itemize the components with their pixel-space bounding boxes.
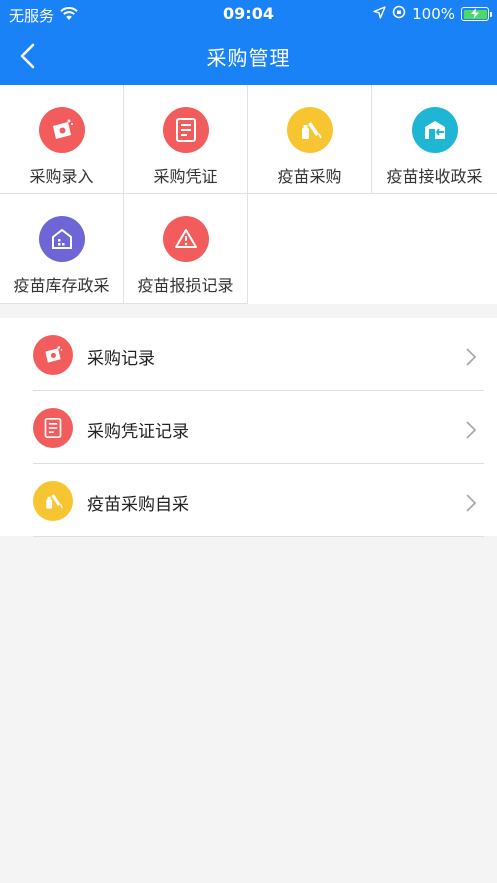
battery-icon xyxy=(461,7,492,21)
record-list: 采购记录 采购凭证记录 疫苗采购自采 xyxy=(0,318,497,537)
function-grid: 采购录入 采购凭证 疫苗采购 疫苗接收政采 疫苗库存政采 疫苗报损记录 xyxy=(0,85,497,304)
vaccine-icon xyxy=(286,107,333,153)
grid-item-purchase-voucher[interactable]: 采购凭证 xyxy=(124,85,248,194)
grid-item-vaccine-receive[interactable]: 疫苗接收政采 xyxy=(372,85,497,194)
grid-item-vaccine-stock[interactable]: 疫苗库存政采 xyxy=(0,194,124,304)
list-item-label: 采购凭证记录 xyxy=(87,422,189,442)
battery-percent: 100% xyxy=(412,5,455,23)
list-item-voucher-record[interactable]: 采购凭证记录 xyxy=(33,391,484,464)
chevron-right-icon xyxy=(466,348,476,366)
grid-item-label: 疫苗报损记录 xyxy=(137,276,234,295)
list-item-purchase-record[interactable]: 采购记录 xyxy=(33,318,484,391)
grid-item-label: 疫苗接收政采 xyxy=(386,167,483,186)
grid-item-label: 采购凭证 xyxy=(153,167,218,186)
orientation-lock-icon xyxy=(392,5,406,23)
location-arrow-icon xyxy=(373,5,386,23)
status-bar: 无服务 09:04 100% xyxy=(0,0,497,28)
grid-item-label: 疫苗采购 xyxy=(277,167,342,186)
warning-icon xyxy=(162,216,209,262)
document-icon xyxy=(33,408,73,448)
list-item-vaccine-self-purchase[interactable]: 疫苗采购自采 xyxy=(33,464,484,537)
purchase-entry-icon xyxy=(38,107,85,153)
chevron-right-icon xyxy=(466,421,476,439)
grid-item-label: 采购录入 xyxy=(29,167,94,186)
building-icon xyxy=(38,216,85,262)
document-icon xyxy=(162,107,209,153)
grid-item-vaccine-purchase[interactable]: 疫苗采购 xyxy=(248,85,372,194)
chevron-right-icon xyxy=(466,494,476,512)
page-title: 采购管理 xyxy=(206,46,291,70)
list-item-label: 采购记录 xyxy=(87,349,155,369)
list-item-label: 疫苗采购自采 xyxy=(87,495,189,515)
vaccine-icon xyxy=(33,481,73,521)
purchase-entry-icon xyxy=(33,335,73,375)
warehouse-receive-icon xyxy=(411,107,458,153)
navigation-bar: 采购管理 xyxy=(0,28,497,85)
grid-item-purchase-entry[interactable]: 采购录入 xyxy=(0,85,124,194)
grid-item-label: 疫苗库存政采 xyxy=(13,276,110,295)
header: 无服务 09:04 100% 采购管理 xyxy=(0,0,497,85)
grid-item-vaccine-loss[interactable]: 疫苗报损记录 xyxy=(124,194,248,304)
